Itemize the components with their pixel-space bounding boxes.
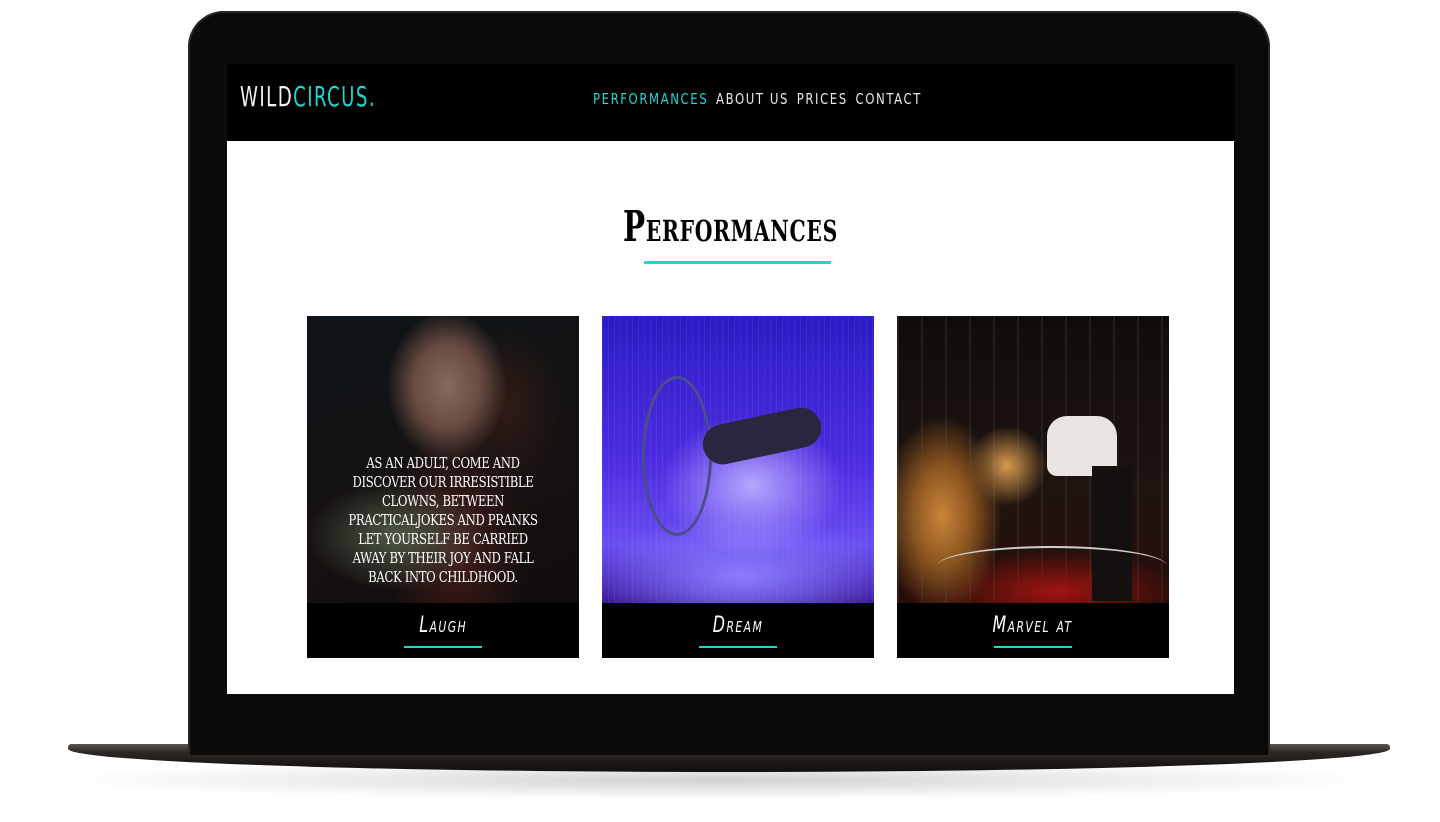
title-underline [644,261,831,264]
card-label-underline [994,646,1072,648]
performance-card-dream[interactable]: Dream [602,316,874,658]
card-label-underline [699,646,777,648]
logo-text-circus: CIRCUS. [293,80,377,113]
card-label-text: Dream [712,613,764,638]
card-label: Laugh [307,613,579,638]
nav-item-about-us[interactable]: ABOUT US [716,90,789,108]
performance-card-marvel-at[interactable]: Marvel at [897,316,1169,658]
navbar: WILDCIRCUS. PERFORMANCES ABOUT US PRICES… [227,64,1234,141]
laptop-screen: WILDCIRCUS. PERFORMANCES ABOUT US PRICES… [227,64,1234,694]
section-title-text: Performances [623,202,838,251]
tiger-tamer-photo [897,316,1169,603]
card-label-underline [404,646,482,648]
nav-item-performances[interactable]: PERFORMANCES [593,90,708,108]
aerial-hoop-photo [602,316,874,603]
nav-item-contact[interactable]: CONTACT [856,90,922,108]
card-description-text: As an adult, come and discover our irres… [348,454,538,586]
nav-item-prices[interactable]: PRICES [797,90,848,108]
cage-arc-shape [937,546,1167,586]
card-label-bar: Laugh [307,603,579,658]
card-label: Dream [602,613,874,638]
main-nav: PERFORMANCES ABOUT US PRICES CONTACT [593,90,922,108]
aerialist-figure-shape [699,403,825,469]
card-label-text: Marvel at [993,613,1073,638]
logo-text-wild: WILD [240,80,294,113]
card-label-text: Laugh [419,613,467,638]
performance-card-laugh[interactable]: As an adult, come and discover our irres… [307,316,579,658]
card-description: As an adult, come and discover our irres… [319,454,567,587]
section-title: Performances [227,202,1234,251]
card-label-bar: Dream [602,603,874,658]
card-label: Marvel at [897,613,1169,638]
card-label-bar: Marvel at [897,603,1169,658]
site-logo[interactable]: WILDCIRCUS. [240,80,376,120]
aerial-hoop-shape [642,376,712,536]
